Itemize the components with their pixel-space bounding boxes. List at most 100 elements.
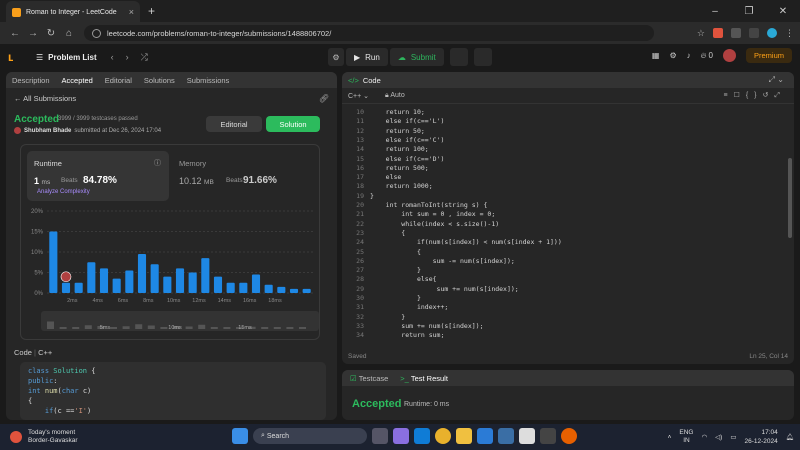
- url-bar[interactable]: leetcode.com/problems/roman-to-integer/s…: [84, 25, 654, 41]
- timer-icon[interactable]: [449, 48, 468, 66]
- code-line: {: [370, 247, 421, 256]
- wifi-icon[interactable]: ◠: [701, 433, 707, 441]
- start-windows-icon[interactable]: [232, 428, 248, 444]
- close-tab-icon[interactable]: ×: [129, 7, 134, 17]
- tab-solutions[interactable]: Solutions: [144, 76, 175, 85]
- expand-icon[interactable]: ⤢ ⌄: [769, 75, 784, 85]
- close-window-icon[interactable]: ✕: [766, 6, 800, 17]
- forward-icon[interactable]: →: [24, 28, 42, 39]
- run-button[interactable]: ▶ Run: [346, 48, 388, 66]
- runtime-distribution-chart[interactable]: 20% 15% 10% 5% 0% 2ms 4ms 6ms 8ms 10ms 12ms 14ms 16m…: [21, 207, 321, 341]
- home-icon[interactable]: ⌂: [60, 28, 78, 39]
- tab-editorial[interactable]: Editorial: [105, 76, 132, 85]
- bookmark-star-icon[interactable]: ☆: [697, 28, 705, 39]
- outlook-icon[interactable]: [477, 428, 493, 444]
- leetcode-logo-icon[interactable]: ʟ: [8, 50, 20, 64]
- minimap-bar: [122, 326, 130, 329]
- list-icon: ☰: [36, 52, 44, 62]
- app-icon[interactable]: [519, 428, 535, 444]
- chart-bar: [74, 282, 83, 293]
- runtime-card[interactable]: Runtime ⓘ 1 ms Beats 84.78% Analyze Comp…: [27, 151, 169, 201]
- weather-widget[interactable]: Today's moment Border-Gavaskar: [10, 429, 78, 445]
- editor-toolbar: C++ ⌄ 🔒︎ Auto ≡☐{}↺⤢: [342, 88, 794, 104]
- share-link-icon[interactable]: 🔗︎: [319, 94, 329, 103]
- debug-icon[interactable]: ⚙: [328, 48, 344, 66]
- office-icon[interactable]: [540, 428, 556, 444]
- back-icon[interactable]: ←: [6, 28, 24, 39]
- new-tab-icon[interactable]: +: [148, 4, 155, 18]
- weather-title: Today's moment: [28, 429, 76, 436]
- task-view-icon[interactable]: [372, 428, 388, 444]
- code-editor[interactable]: 10 return 10; 11 else if(c=='L') 12 return…: [342, 106, 794, 346]
- y-tick-label: 15%: [31, 230, 44, 236]
- extensions-puzzle-icon[interactable]: [731, 28, 741, 38]
- tab-description[interactable]: Description: [12, 76, 50, 85]
- editor-tools-icons[interactable]: ≡☐{}↺⤢: [723, 91, 786, 100]
- code-line: int romanToInt(string s) {: [370, 201, 488, 209]
- solution-button[interactable]: Solution: [266, 116, 320, 132]
- tab-test-result[interactable]: >_ Test Result: [400, 374, 448, 383]
- minimize-icon[interactable]: –: [698, 6, 732, 17]
- site-info-icon[interactable]: [92, 28, 101, 38]
- taskbar-search[interactable]: ⌕ Search: [253, 428, 367, 444]
- tray-chevron-icon[interactable]: ˄: [668, 434, 672, 441]
- submit-button[interactable]: ☁ Submit: [389, 48, 444, 66]
- sidepanel-icon[interactable]: [749, 28, 759, 38]
- user-avatar[interactable]: [722, 49, 736, 62]
- shuffle-icon[interactable]: ⤮: [141, 52, 148, 63]
- minimap-bar: [110, 327, 117, 329]
- clock[interactable]: 17:04 26-12-2024: [744, 428, 777, 446]
- tab-accepted[interactable]: Accepted: [62, 76, 93, 85]
- notification-bell-icon[interactable]: ♪: [687, 51, 691, 60]
- tab-testcase[interactable]: ☑ Testcase: [350, 374, 388, 383]
- username[interactable]: Shubham Bhade: [24, 128, 71, 134]
- code-line: else{: [370, 275, 437, 284]
- chart-bar: [277, 286, 286, 293]
- extension-icon[interactable]: [713, 28, 723, 38]
- test-result-label: Test Result: [410, 373, 448, 383]
- maximize-icon[interactable]: ❐: [732, 6, 766, 17]
- info-icon[interactable]: ⓘ: [154, 158, 161, 168]
- x-tick-label: 18ms: [268, 298, 282, 304]
- submitted-code-view[interactable]: class Solution { public: int num(char c)…: [20, 362, 326, 420]
- tab-submissions[interactable]: Submissions: [187, 76, 230, 85]
- analyze-complexity-link[interactable]: Analyze Complexity: [37, 189, 90, 195]
- editor-scrollbar[interactable]: [788, 158, 792, 238]
- lang-secondary: IN: [683, 437, 690, 444]
- auto-mode[interactable]: 🔒︎ Auto: [385, 92, 405, 100]
- premium-button[interactable]: Premium: [745, 48, 792, 63]
- notes-icon[interactable]: [473, 48, 492, 66]
- next-problem-icon[interactable]: ›: [126, 52, 129, 63]
- streak-fire-icon[interactable]: 🔥︎: [701, 51, 707, 61]
- notifications-icon[interactable]: 🔔︎: [786, 433, 794, 441]
- chart-bar: [163, 276, 172, 293]
- battery-icon[interactable]: ▭: [730, 433, 736, 441]
- profile-icon[interactable]: [767, 28, 777, 38]
- language-indicator[interactable]: ENG IN: [679, 429, 693, 445]
- line-number: 30: [356, 294, 364, 302]
- copilot-icon[interactable]: [393, 428, 409, 444]
- edge-icon[interactable]: [414, 428, 430, 444]
- settings-gear-icon[interactable]: ⚙: [669, 51, 676, 60]
- language-select[interactable]: C++ ⌄: [348, 92, 369, 100]
- problem-list-link[interactable]: ☰ Problem List: [36, 53, 97, 62]
- chart-bar: [251, 274, 261, 293]
- volume-icon[interactable]: ◁): [715, 433, 722, 441]
- result-status: Accepted: [352, 398, 402, 410]
- code-line: index++;: [370, 303, 449, 312]
- reload-icon[interactable]: ↻: [42, 28, 60, 39]
- all-submissions-link[interactable]: ← All Submissions: [14, 94, 76, 103]
- code-line: if(num(s[index]) < num(s[index + 1])): [370, 238, 562, 247]
- code-line: }: [370, 312, 406, 321]
- prev-problem-icon[interactable]: ‹: [111, 52, 114, 63]
- browser-menu-icon[interactable]: ⋮: [785, 28, 794, 39]
- store-icon[interactable]: [498, 428, 514, 444]
- editorial-button[interactable]: Editorial: [206, 116, 262, 132]
- layout-icon[interactable]: ▦: [652, 51, 660, 60]
- file-explorer-icon[interactable]: [456, 428, 472, 444]
- submitted-by: Shubham Bhade submitted at Dec 26, 2024 …: [14, 127, 161, 134]
- firefox-icon[interactable]: [561, 428, 577, 444]
- browser-tab[interactable]: Roman to Integer - LeetCode ×: [6, 1, 140, 23]
- chrome-icon[interactable]: [435, 428, 451, 444]
- news-icon: [10, 431, 22, 443]
